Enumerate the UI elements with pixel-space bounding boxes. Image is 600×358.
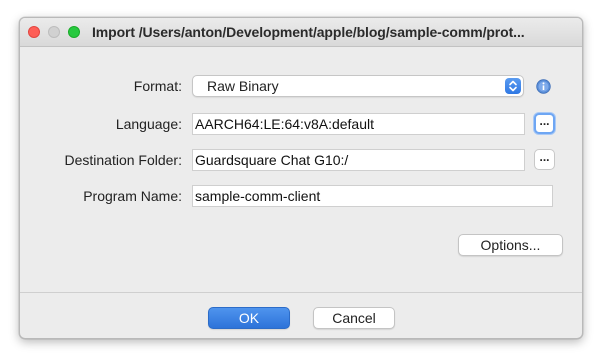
language-browse-button[interactable]: ... xyxy=(534,113,555,134)
destination-folder-label: Destination Folder: xyxy=(64,152,182,168)
language-field[interactable]: AARCH64:LE:64:v8A:default xyxy=(192,113,525,135)
program-name-value: sample-comm-client xyxy=(195,188,321,204)
footer-divider xyxy=(20,292,582,293)
window-title: Import /Users/anton/Development/apple/bl… xyxy=(92,24,525,40)
title-bar: Import /Users/anton/Development/apple/bl… xyxy=(20,18,582,47)
zoom-window-button[interactable] xyxy=(68,26,80,38)
destination-folder-field[interactable]: Guardsquare Chat G10:/ xyxy=(192,149,525,171)
language-value: AARCH64:LE:64:v8A:default xyxy=(195,116,374,132)
destination-browse-button[interactable]: ... xyxy=(534,149,555,170)
format-select-value: Raw Binary xyxy=(207,78,279,94)
options-button[interactable]: Options... xyxy=(458,234,563,256)
select-arrows-icon xyxy=(505,78,521,94)
language-label: Language: xyxy=(115,116,182,132)
program-name-label: Program Name: xyxy=(83,188,182,204)
format-label: Format: xyxy=(133,78,182,94)
program-name-field[interactable]: sample-comm-client xyxy=(192,185,553,207)
info-icon[interactable] xyxy=(536,79,551,94)
close-window-button[interactable] xyxy=(28,26,40,38)
cancel-button[interactable]: Cancel xyxy=(313,307,395,329)
import-dialog: Import /Users/anton/Development/apple/bl… xyxy=(19,17,583,339)
format-select[interactable]: Raw Binary xyxy=(192,75,524,97)
minimize-window-button[interactable] xyxy=(48,26,60,38)
ok-button[interactable]: OK xyxy=(208,307,290,329)
destination-folder-value: Guardsquare Chat G10:/ xyxy=(195,152,349,168)
